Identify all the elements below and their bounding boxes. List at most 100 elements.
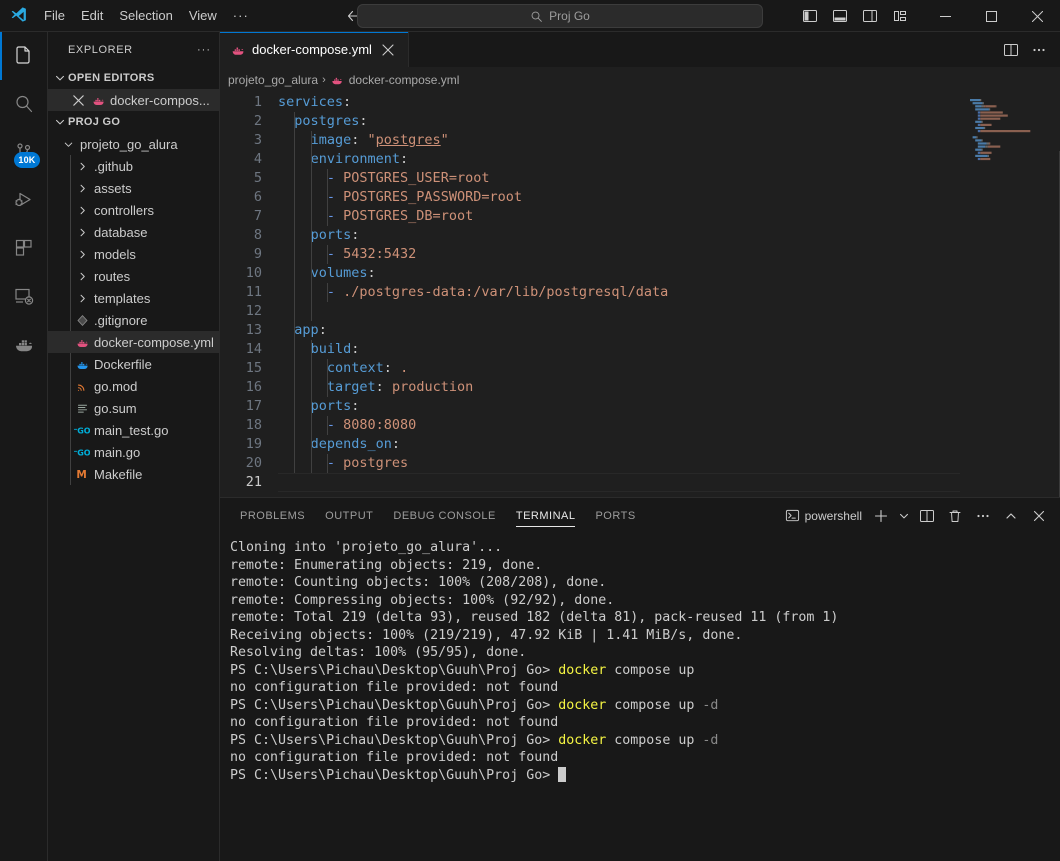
code-line[interactable]: 4 environment: [220, 150, 960, 169]
chevron-up-icon[interactable] [998, 503, 1024, 529]
code-line[interactable]: 12 [220, 302, 960, 321]
code-lines[interactable]: 1 services: 2 postgres: 3 image: "postgres" 4 e… [220, 91, 960, 497]
tab-problems[interactable]: PROBLEMS [230, 498, 315, 533]
code-line[interactable]: 14 build: [220, 340, 960, 359]
code-line[interactable]: 5 - POSTGRES_USER=root [220, 169, 960, 188]
ellipsis-icon[interactable] [1026, 37, 1052, 63]
code-line[interactable]: 15 context: . [220, 359, 960, 378]
activity-item-run-and-debug[interactable] [0, 176, 48, 224]
split-editor-icon[interactable] [998, 37, 1024, 63]
code-line-text[interactable]: target: production [278, 378, 960, 397]
section-open-editors[interactable]: OPEN EDITORS [48, 67, 219, 89]
tab-output[interactable]: OUTPUT [315, 498, 383, 533]
code-line[interactable]: 10 volumes: [220, 264, 960, 283]
activity-item-remote-explorer[interactable] [0, 272, 48, 320]
code-line-text[interactable]: environment: [278, 150, 960, 169]
code-line[interactable]: 7 - POSTGRES_DB=root [220, 207, 960, 226]
chevron-right-icon[interactable] [74, 180, 90, 196]
activity-item-source-control[interactable]: 10K [0, 128, 48, 176]
layout-sidebar-left-icon[interactable] [796, 4, 824, 28]
ellipsis-icon[interactable] [970, 503, 996, 529]
code-line[interactable]: 20 - postgres [220, 454, 960, 473]
code-line[interactable]: 1 services: [220, 93, 960, 112]
code-line-text[interactable]: postgres: [278, 112, 960, 131]
tree-item-root-folder[interactable]: projeto_go_alura [48, 133, 219, 155]
tree-item-main-test-go[interactable]: GO main_test.go [48, 419, 219, 441]
menu-view[interactable]: View [181, 5, 225, 27]
sidebar-more-actions-icon[interactable]: ··· [197, 44, 211, 56]
code-line[interactable]: 16 target: production [220, 378, 960, 397]
section-folder[interactable]: PROJ GO [48, 111, 219, 133]
chevron-right-icon[interactable] [74, 224, 90, 240]
code-line[interactable]: 8 ports: [220, 226, 960, 245]
minimap[interactable] [960, 91, 1060, 497]
tab-close-icon[interactable] [378, 40, 398, 60]
chevron-right-icon[interactable] [74, 158, 90, 174]
tree-item-main-go[interactable]: GO main.go [48, 441, 219, 463]
plus-icon[interactable] [868, 503, 894, 529]
tree-item-templates[interactable]: templates [48, 287, 219, 309]
tree-item-makefile[interactable]: M Makefile [48, 463, 219, 485]
tree-item-go-mod[interactable]: go.mod [48, 375, 219, 397]
tree-item-dockerfile[interactable]: Dockerfile [48, 353, 219, 375]
layout-panel-icon[interactable] [826, 4, 854, 28]
split-icon[interactable] [914, 503, 940, 529]
code-line[interactable]: 13 app: [220, 321, 960, 340]
code-line[interactable]: 3 image: "postgres" [220, 131, 960, 150]
activity-item-explorer[interactable] [0, 32, 48, 80]
code-line-text[interactable]: depends_on: [278, 435, 960, 454]
trash-icon[interactable] [942, 503, 968, 529]
activity-item-docker[interactable] [0, 320, 48, 368]
tab-ports[interactable]: PORTS [585, 498, 645, 533]
menu-file[interactable]: File [36, 5, 73, 27]
close-icon[interactable] [1026, 503, 1052, 529]
code-line[interactable]: 19 depends_on: [220, 435, 960, 454]
code-line-text[interactable]: - POSTGRES_PASSWORD=root [278, 188, 960, 207]
code-line-text[interactable]: ports: [278, 397, 960, 416]
minimize-button[interactable] [922, 0, 968, 32]
chevron-down-icon[interactable] [896, 503, 912, 529]
code-line-text[interactable]: app: [278, 321, 960, 340]
terminal-selector[interactable]: powershell [785, 508, 866, 523]
code-line[interactable]: 11 - ./postgres-data:/var/lib/postgresql/… [220, 283, 960, 302]
code-line[interactable]: 21 [220, 473, 960, 492]
tree-item-controllers[interactable]: controllers [48, 199, 219, 221]
code-line-text[interactable]: - postgres [278, 454, 960, 473]
terminal-output[interactable]: Cloning into 'projeto_go_alura'... remote… [220, 533, 1060, 861]
menu-bar[interactable]: File Edit Selection View ··· [36, 0, 257, 31]
tree-item-go-sum[interactable]: go.sum [48, 397, 219, 419]
code-line-text[interactable] [278, 302, 960, 321]
layout-controls[interactable] [796, 4, 914, 28]
code-line[interactable]: 6 - POSTGRES_PASSWORD=root [220, 188, 960, 207]
code-line[interactable]: 18 - 8080:8080 [220, 416, 960, 435]
tree-item-routes[interactable]: routes [48, 265, 219, 287]
menu-selection[interactable]: Selection [111, 5, 180, 27]
menu-edit[interactable]: Edit [73, 5, 111, 27]
activity-item-extensions[interactable] [0, 224, 48, 272]
tab-docker-compose-yml[interactable]: docker-compose.yml [220, 32, 409, 67]
code-line-text[interactable] [278, 473, 960, 492]
code-line[interactable]: 17 ports: [220, 397, 960, 416]
open-editor-item[interactable]: docker-compos... [48, 89, 219, 111]
breadcrumb-folder[interactable]: projeto_go_alura [228, 73, 318, 87]
tree-item-github[interactable]: .github [48, 155, 219, 177]
code-line-text[interactable]: build: [278, 340, 960, 359]
tree-item-models[interactable]: models [48, 243, 219, 265]
tree-item-assets[interactable]: assets [48, 177, 219, 199]
tree-item-gitignore[interactable]: .gitignore [48, 309, 219, 331]
menu-more-icon[interactable]: ··· [225, 5, 257, 27]
close-icon[interactable] [70, 92, 86, 108]
code-editor[interactable]: 1 services: 2 postgres: 3 image: "postgres" 4 e… [220, 91, 1060, 497]
layout-sidebar-right-icon[interactable] [856, 4, 884, 28]
chevron-right-icon[interactable] [74, 268, 90, 284]
command-center-search[interactable]: Proj Go [357, 4, 763, 28]
code-line-text[interactable]: - POSTGRES_USER=root [278, 169, 960, 188]
code-line-text[interactable]: ports: [278, 226, 960, 245]
breadcrumb-file[interactable]: docker-compose.yml [349, 73, 460, 87]
tree-item-database[interactable]: database [48, 221, 219, 243]
maximize-button[interactable] [968, 0, 1014, 32]
code-line[interactable]: 9 - 5432:5432 [220, 245, 960, 264]
layout-customize-icon[interactable] [886, 4, 914, 28]
code-line-text[interactable]: services: [278, 93, 960, 112]
code-line-text[interactable]: - POSTGRES_DB=root [278, 207, 960, 226]
